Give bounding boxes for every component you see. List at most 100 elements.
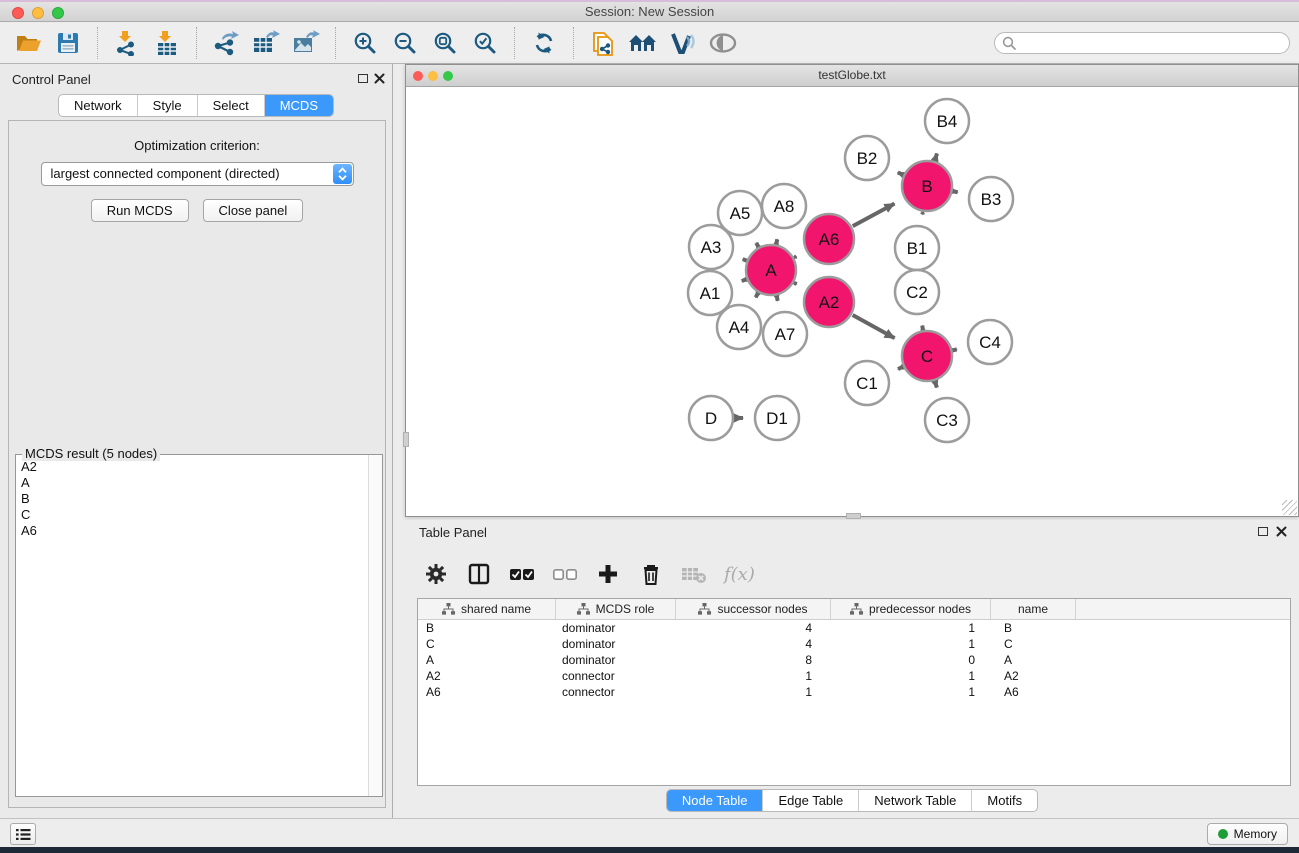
destroy-table-button[interactable] [681,561,707,587]
column-header-shared-name[interactable]: shared name [418,599,556,619]
tab-select[interactable]: Select [198,95,265,116]
table-row[interactable]: A6connector11A6 [418,684,1290,700]
minimize-window-button[interactable] [32,7,44,19]
table-options-button[interactable] [423,561,449,587]
export-table-button[interactable] [248,26,284,60]
select-all-button[interactable] [509,561,535,587]
show-hide-graphics-button[interactable] [705,26,741,60]
graph-node-B[interactable]: B [902,161,952,211]
home-button[interactable] [625,26,661,60]
table-close-panel-icon[interactable] [1276,526,1287,537]
column-header-MCDS-role[interactable]: MCDS role [556,599,676,619]
tab-network[interactable]: Network [59,95,138,116]
open-session-button[interactable] [10,26,46,60]
mcds-result-item[interactable]: C [17,507,367,523]
zoom-fit-button[interactable] [427,26,463,60]
tab-style[interactable]: Style [138,95,198,116]
graph-edge-A-A2[interactable] [795,283,797,284]
table-float-panel-icon[interactable] [1258,527,1268,536]
graph-edge-A-A8[interactable] [776,239,777,243]
search-input[interactable] [1021,34,1289,52]
graph-node-C1[interactable]: C1 [845,361,889,405]
graph-node-B1[interactable]: B1 [895,226,939,270]
save-session-button[interactable] [50,26,86,60]
float-panel-icon[interactable] [358,74,368,83]
graph-edge-C-C1[interactable] [898,367,902,369]
column-header-successor-nodes[interactable]: successor nodes [676,599,831,619]
table-tab-motifs[interactable]: Motifs [972,790,1037,811]
graph-node-C[interactable]: C [902,331,952,381]
export-network-button[interactable] [208,26,244,60]
network-maximize-button[interactable] [443,71,453,81]
add-row-button[interactable] [595,561,621,587]
network-minimize-button[interactable] [428,71,438,81]
network-canvas[interactable]: B4B2BB3A8A5A6A3B1AA1C2A2A4A7C4CC1DD1C3 [406,88,1298,516]
run-mcds-button[interactable]: Run MCDS [91,199,189,222]
column-header-predecessor-nodes[interactable]: predecessor nodes [831,599,991,619]
graph-edge-B-B4[interactable] [935,153,937,160]
column-header-name[interactable]: name [991,599,1076,619]
mcds-result-item[interactable]: B [17,491,367,507]
graph-edge-C-C2[interactable] [922,326,923,330]
result-scrollbar[interactable] [368,455,382,796]
graph-node-A3[interactable]: A3 [689,225,733,269]
criterion-select[interactable]: largest connected component (directed) [41,162,354,186]
zoom-out-button[interactable] [387,26,423,60]
graph-node-B4[interactable]: B4 [925,99,969,143]
graph-edge-A-A7[interactable] [777,296,778,300]
close-panel-button[interactable]: Close panel [203,199,304,222]
search-field[interactable] [994,32,1290,54]
table-row[interactable]: A2connector11A2 [418,668,1290,684]
task-history-button[interactable] [10,823,36,845]
graph-node-A4[interactable]: A4 [717,305,761,349]
graph-node-B3[interactable]: B3 [969,177,1013,221]
graph-edge-A-A6[interactable] [795,256,797,257]
toggle-style-button[interactable] [665,26,701,60]
tab-mcds[interactable]: MCDS [265,95,333,116]
graph-node-B2[interactable]: B2 [845,136,889,180]
graph-node-A[interactable]: A [746,245,796,295]
graph-edge-C-C4[interactable] [953,349,956,350]
graph-edge-A-A3[interactable] [743,259,746,260]
show-columns-button[interactable] [466,561,492,587]
table-tab-network-table[interactable]: Network Table [859,790,972,811]
graph-node-C3[interactable]: C3 [925,398,969,442]
table-row[interactable]: Adominator80A [418,652,1290,668]
horizontal-scrollbar-thumb[interactable] [846,513,861,519]
graph-node-C4[interactable]: C4 [968,320,1012,364]
mcds-result-item[interactable]: A6 [17,523,367,539]
function-builder-button[interactable]: f(x) [724,564,755,585]
graph-edge-A6-B[interactable] [853,204,895,227]
graph-edge-A-A5[interactable] [756,243,758,246]
vertical-scrollbar-thumb[interactable] [403,432,409,447]
network-close-button[interactable] [413,71,423,81]
zoom-in-button[interactable] [347,26,383,60]
close-panel-icon[interactable] [374,73,385,84]
graph-edge-A-A1[interactable] [742,280,746,281]
maximize-window-button[interactable] [52,7,64,19]
graph-node-A7[interactable]: A7 [763,312,807,356]
graph-edge-B-B2[interactable] [898,172,903,174]
deselect-all-button[interactable] [552,561,578,587]
table-row[interactable]: Bdominator41B [418,620,1290,636]
table-row[interactable]: Cdominator41C [418,636,1290,652]
zoom-selected-button[interactable] [467,26,503,60]
graph-node-D[interactable]: D [689,396,733,440]
graph-edge-B-B3[interactable] [953,191,957,192]
export-image-button[interactable] [288,26,324,60]
graph-node-A6[interactable]: A6 [804,214,854,264]
delete-rows-button[interactable] [638,561,664,587]
graph-node-C2[interactable]: C2 [895,270,939,314]
graph-edge-C-C3[interactable] [935,382,937,388]
graph-node-A8[interactable]: A8 [762,184,806,228]
import-table-button[interactable] [149,26,185,60]
network-window-titlebar[interactable]: testGlobe.txt [406,65,1298,87]
table-tab-node-table[interactable]: Node Table [667,790,764,811]
close-window-button[interactable] [12,7,24,19]
clone-network-button[interactable] [585,26,621,60]
memory-button[interactable]: Memory [1207,823,1288,845]
import-network-button[interactable] [109,26,145,60]
table-tab-edge-table[interactable]: Edge Table [763,790,859,811]
mcds-result-item[interactable]: A2 [17,459,367,475]
window-resize-grip[interactable] [1282,500,1297,515]
